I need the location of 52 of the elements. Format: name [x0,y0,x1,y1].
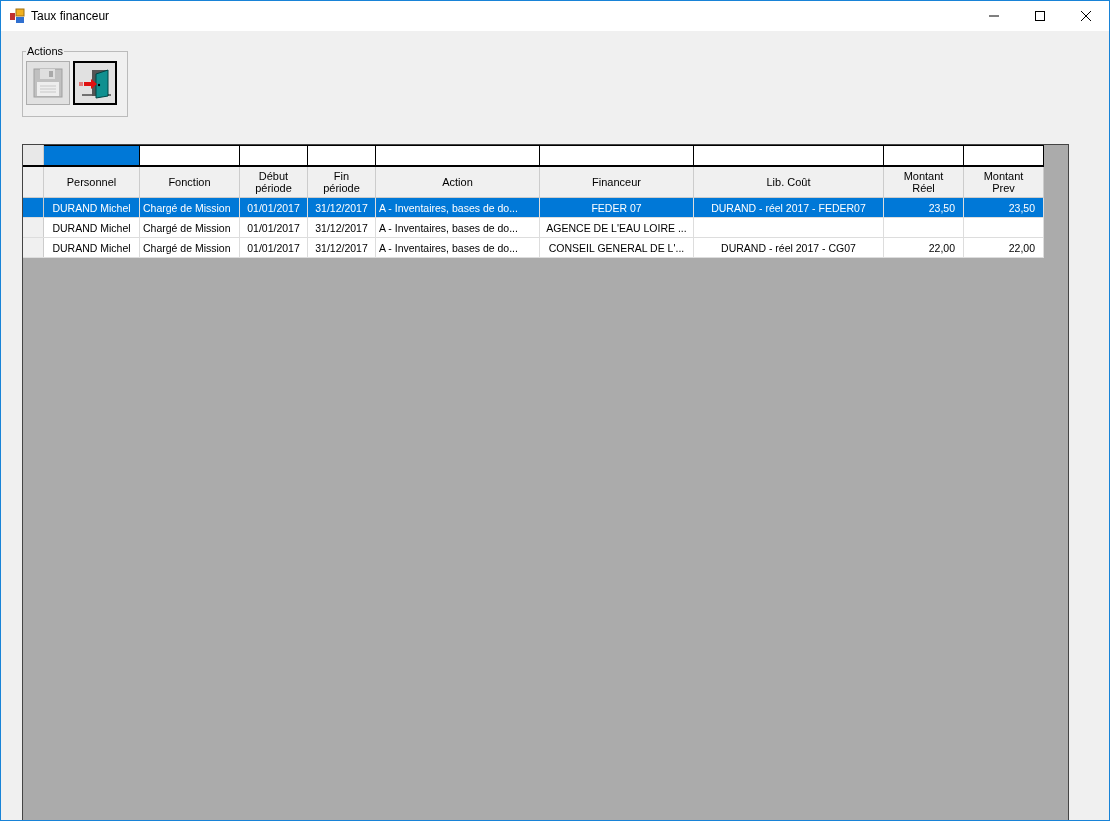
column-header[interactable]: Action [376,167,540,197]
table-cell: DURAND - réel 2017 - CG07 [721,241,856,254]
table-cell: DURAND Michel [52,241,131,254]
table-cell: DURAND - réel 2017 - FEDER07 [711,201,866,214]
maximize-icon [1035,11,1045,21]
table-row[interactable]: DURAND Michel Chargé de Mission 01/01/2017 31/12/2017 A - Inventaires, bases de do... CONSEIL GENERAL DE L'... DURAND - réel 2017 - CG07 22,00 22,00 [23,238,1044,258]
filter-cell[interactable] [694,145,884,165]
filter-cell[interactable] [308,145,376,165]
table-cell: 31/12/2017 [315,201,368,214]
table-cell: A - Inventaires, bases de do... [379,241,518,254]
table-cell: 31/12/2017 [315,241,368,254]
filter-cell[interactable] [44,145,140,165]
table-cell: 31/12/2017 [315,221,368,234]
column-header[interactable]: Montant Prev [964,167,1044,197]
exit-button[interactable] [73,61,117,105]
table-cell: CONSEIL GENERAL DE L'... [548,241,685,254]
filter-cell[interactable] [376,145,540,165]
table-cell: AGENCE DE L'EAU LOIRE ... [546,221,687,234]
window-title: Taux financeur [31,9,110,23]
table-cell: 23,50 [928,201,955,214]
filter-cell[interactable] [240,145,308,165]
table-row[interactable]: DURAND Michel Chargé de Mission 01/01/2017 31/12/2017 A - Inventaires, bases de do... AGENCE DE L'EAU LOIRE ... [23,218,1044,238]
table-cell: Chargé de Mission [143,241,231,254]
app-icon [9,8,25,24]
table-cell: A - Inventaires, bases de do... [379,201,518,214]
table-cell: Chargé de Mission [143,201,231,214]
table-cell: DURAND Michel [52,221,131,234]
column-header[interactable]: Fonction [140,167,240,197]
filter-cell[interactable] [884,145,964,165]
table-cell: 01/01/2017 [247,241,300,254]
group-label: Actions [26,45,65,57]
table-cell: Chargé de Mission [143,221,231,234]
column-header[interactable]: Financeur [540,167,694,197]
column-header[interactable]: Personnel [44,167,140,197]
filter-cell[interactable] [140,145,240,165]
table-cell: 01/01/2017 [247,221,300,234]
table-cell: 01/01/2017 [247,201,300,214]
column-header[interactable]: Début période [240,167,308,197]
filter-cell[interactable] [540,145,694,165]
corner-cell [23,145,44,165]
table-cell: 22,00 [928,241,955,254]
column-header[interactable]: Fin période [308,167,376,197]
table-cell: 22,00 [1008,241,1035,254]
table-cell: A - Inventaires, bases de do... [379,221,518,234]
column-header[interactable]: Montant Réel [884,167,964,197]
filter-cell[interactable] [964,145,1044,165]
table-cell: 23,50 [1008,201,1035,214]
table-cell: DURAND Michel [52,201,131,214]
table-row[interactable]: DURAND Michel Chargé de Mission 01/01/2017 31/12/2017 A - Inventaires, bases de do... FEDER 07 DURAND - réel 2017 - FEDER07 23,50 23,50 [23,198,1044,218]
table-cell: FEDER 07 [591,201,642,214]
close-icon [1081,11,1091,21]
column-header[interactable]: Lib. Coût [694,167,884,197]
